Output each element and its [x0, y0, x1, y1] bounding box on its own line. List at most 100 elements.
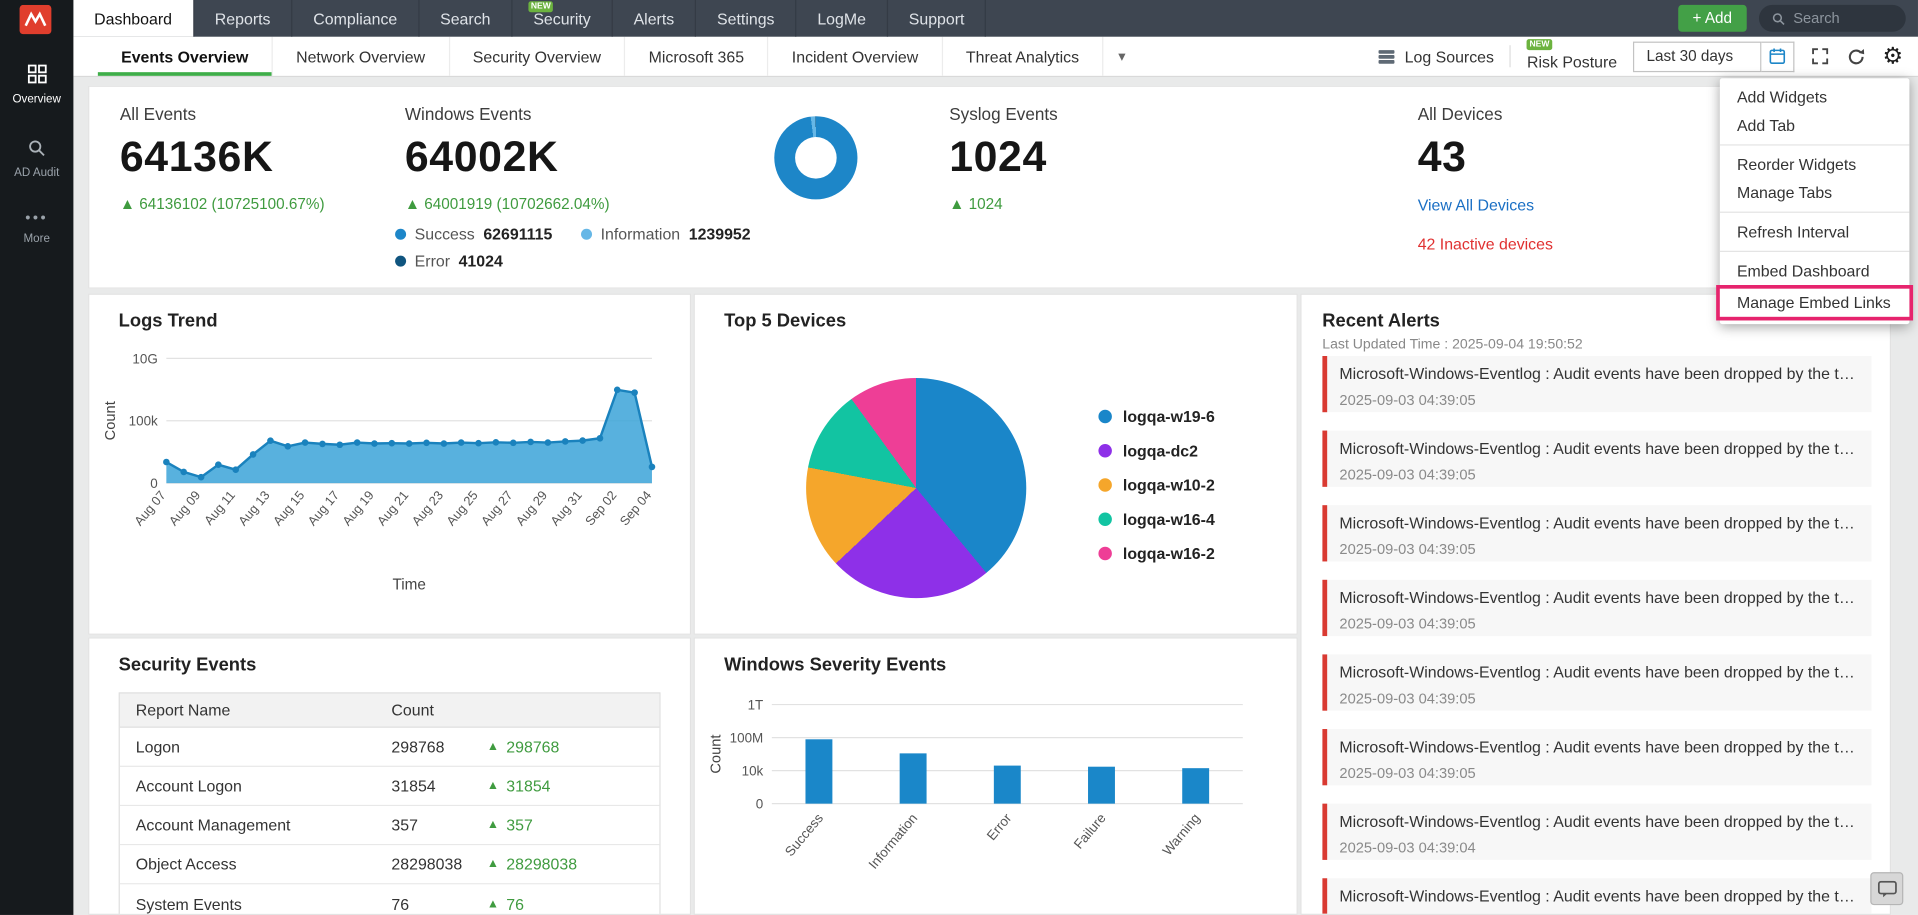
sidebar-item-overview[interactable]: Overview: [0, 48, 73, 123]
add-button[interactable]: + Add: [1677, 4, 1747, 32]
log-sources-button[interactable]: Log Sources: [1378, 47, 1494, 65]
pie-legend-item[interactable]: logqa-dc2: [1098, 442, 1214, 460]
security-events-widget: Security Events Report Name Count Logon …: [88, 637, 692, 915]
svg-text:Aug 09: Aug 09: [166, 488, 204, 529]
refresh-button[interactable]: [1846, 46, 1867, 67]
stat-label: All Events: [119, 103, 197, 124]
menu-item-label: Reorder Widgets: [1736, 155, 1857, 174]
nav-tab[interactable]: Settings: [696, 0, 797, 37]
nav-tab[interactable]: Compliance: [293, 0, 420, 37]
fullscreen-button[interactable]: [1810, 46, 1830, 66]
settings-menu-item[interactable]: Manage Embed Links: [1719, 288, 1910, 317]
search-box[interactable]: [1758, 4, 1906, 32]
alert-message: Microsoft-Windows-Eventlog : Audit event…: [1339, 662, 1860, 682]
trend-cell: ▲ 76: [487, 895, 524, 913]
settings-menu-item[interactable]: Manage Tabs: [1719, 179, 1910, 213]
svg-text:Warning: Warning: [1160, 811, 1203, 859]
alert-item[interactable]: Microsoft-Windows-Eventlog : Audit event…: [1322, 355, 1872, 413]
alerts-list[interactable]: Microsoft-Windows-Eventlog : Audit event…: [1322, 355, 1872, 914]
top-devices-widget: Top 5 Devices logqa-w19-6 logqa-dc2 logqa-…: [693, 293, 1298, 635]
sidebar-item-ad-audit[interactable]: AD Audit: [0, 122, 73, 195]
svg-text:0: 0: [756, 797, 763, 812]
table-row[interactable]: Account Management 357 ▲ 357: [119, 806, 660, 846]
count-cell: 298768: [391, 737, 445, 756]
settings-menu-item[interactable]: Reorder Widgets: [1720, 150, 1910, 178]
pie-legend-item[interactable]: logqa-w10-2: [1098, 476, 1215, 494]
search-input[interactable]: [1793, 9, 1894, 27]
app-window: Overview AD Audit ••• More Dashboard Rep…: [0, 0, 1918, 915]
table-row[interactable]: Account Logon 31854 ▲ 31854: [119, 766, 660, 807]
alert-item[interactable]: Microsoft-Windows-Eventlog : Audit event…: [1322, 654, 1872, 711]
alert-item[interactable]: Microsoft-Windows-Eventlog : Audit event…: [1322, 579, 1872, 637]
widget-title: Logs Trend: [118, 310, 218, 332]
pie-legend-item[interactable]: logqa-w16-2: [1098, 544, 1215, 563]
dashboard-tabs: Events Overview Network Overview Securit…: [97, 36, 1104, 76]
nav-tab-label: Settings: [717, 9, 775, 28]
risk-posture-button[interactable]: NEW Risk Posture: [1526, 38, 1617, 70]
alert-item[interactable]: Microsoft-Windows-Eventlog : Audit event…: [1322, 803, 1872, 860]
pie-legend-item[interactable]: logqa-w19-6: [1098, 407, 1215, 426]
nav-tab[interactable]: Support: [888, 0, 987, 37]
column-header: Count: [391, 700, 434, 720]
date-range-group: Last 30 days: [1633, 40, 1795, 72]
view-all-devices-link[interactable]: View All Devices: [1418, 196, 1553, 214]
legend-value: 41024: [458, 251, 503, 271]
menu-item-label: Add Tab: [1736, 116, 1796, 135]
alert-message: Microsoft-Windows-Eventlog : Audit event…: [1339, 364, 1860, 383]
nav-tab[interactable]: Search: [419, 0, 513, 37]
pie-legend-item[interactable]: logqa-w16-4: [1098, 510, 1215, 528]
svg-text:Error: Error: [984, 810, 1015, 843]
legend-dot-icon: [1098, 444, 1112, 458]
table-row[interactable]: Object Access 28298038 ▲ 28298038: [119, 845, 660, 885]
alert-timestamp: 2025-09-03 04:39:05: [1339, 466, 1476, 484]
svg-text:100k: 100k: [129, 414, 158, 429]
dashboard-tab[interactable]: Security Overview: [450, 36, 626, 76]
alert-item[interactable]: Microsoft-Windows-Eventlog : Audit event…: [1322, 430, 1872, 487]
settings-menu-item[interactable]: Add Widgets: [1720, 83, 1910, 111]
menu-item-label: Refresh Interval: [1736, 222, 1850, 241]
report-name-cell: Account Logon: [135, 776, 242, 796]
settings-menu-item[interactable]: Embed Dashboard: [1720, 257, 1910, 285]
calendar-button[interactable]: [1761, 40, 1795, 72]
dashboard-tab[interactable]: Network Overview: [273, 36, 450, 76]
alert-item[interactable]: Microsoft-Windows-Eventlog : Audit event…: [1322, 505, 1872, 562]
new-badge: NEW: [528, 1, 554, 13]
nav-tab[interactable]: Reports: [194, 0, 293, 37]
legend-dot-icon: [581, 228, 593, 240]
table-row[interactable]: Logon 298768 ▲ 298768: [119, 727, 660, 767]
nav-tab[interactable]: Dashboard: [73, 0, 195, 37]
tabs-overflow-chevron-icon[interactable]: ▾: [1104, 37, 1141, 76]
alert-item[interactable]: Microsoft-Windows-Eventlog : Audit event…: [1322, 878, 1872, 914]
dashboard-tab[interactable]: Microsoft 365: [625, 36, 769, 76]
sidebar-item-label: AD Audit: [14, 166, 60, 180]
overview-grid-icon: [27, 64, 47, 84]
dashboard-tab[interactable]: Events Overview: [97, 36, 273, 76]
widget-title: Top 5 Devices: [724, 310, 847, 332]
legend-dot-icon: [1098, 478, 1112, 492]
app-logo[interactable]: [12, 4, 58, 36]
svg-text:Aug 25: Aug 25: [443, 488, 481, 529]
legend-label: logqa-dc2: [1122, 441, 1199, 460]
settings-menu-item[interactable]: Add Tab: [1719, 111, 1910, 146]
settings-menu-item[interactable]: Refresh Interval: [1719, 218, 1910, 252]
svg-text:Count: Count: [708, 735, 724, 774]
top-devices-pie-chart[interactable]: [806, 377, 1027, 599]
date-range-select[interactable]: Last 30 days: [1633, 40, 1762, 72]
ad-audit-search-icon: [29, 140, 45, 156]
dashboard-tab[interactable]: Threat Analytics: [943, 36, 1104, 76]
sidebar-item-more[interactable]: ••• More: [0, 196, 73, 262]
dashboard-tab[interactable]: Incident Overview: [769, 36, 943, 76]
nav-tab[interactable]: NEW Security: [513, 0, 613, 37]
svg-text:10k: 10k: [742, 764, 764, 779]
trend-cell: ▲ 357: [487, 816, 533, 834]
alert-item[interactable]: Microsoft-Windows-Eventlog : Audit event…: [1322, 729, 1872, 786]
more-ellipsis-icon: •••: [25, 209, 49, 227]
feedback-chat-button[interactable]: [1870, 872, 1904, 906]
nav-tab[interactable]: Alerts: [613, 0, 697, 37]
legend-item: Success 62691115: [395, 225, 581, 243]
svg-text:Aug 29: Aug 29: [513, 488, 551, 529]
report-name-cell: System Events: [135, 894, 242, 914]
nav-tab[interactable]: LogMe: [797, 0, 888, 37]
table-row[interactable]: System Events 76 ▲ 76: [119, 884, 660, 914]
settings-gear-button[interactable]: ⚙: [1882, 45, 1903, 68]
